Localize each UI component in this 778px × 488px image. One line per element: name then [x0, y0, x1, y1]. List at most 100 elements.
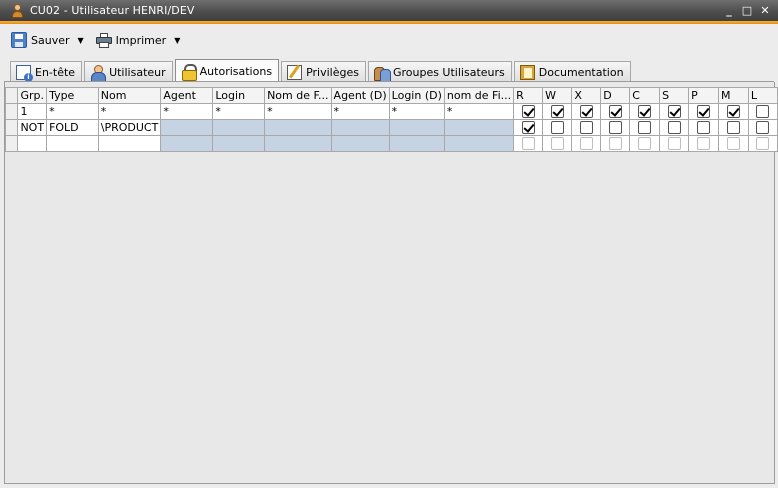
column-header-s[interactable]: S	[659, 87, 690, 104]
permission-checkbox[interactable]	[608, 137, 622, 150]
cell-type[interactable]: *	[46, 103, 99, 120]
tab-autorisations[interactable]: Autorisations	[174, 59, 280, 82]
column-header-r[interactable]: R	[513, 87, 544, 104]
permission-checkbox[interactable]	[726, 105, 740, 118]
permission-checkbox[interactable]	[667, 105, 681, 118]
cell-agentd[interactable]	[330, 135, 390, 152]
cell-logind[interactable]	[388, 119, 445, 136]
permission-checkbox[interactable]	[579, 121, 593, 134]
cell-agentd[interactable]	[330, 119, 390, 136]
cell-nomfi[interactable]: *	[443, 103, 515, 120]
permission-checkbox[interactable]	[697, 137, 711, 150]
chevron-down-icon[interactable]: ▼	[78, 36, 84, 45]
cell-grp[interactable]: NOT	[17, 119, 48, 136]
tab-en-tete[interactable]: En-tête	[10, 61, 83, 82]
column-header-login-d[interactable]: Login (D)	[388, 87, 445, 104]
cell-grp[interactable]	[17, 135, 48, 152]
column-header-x[interactable]: X	[571, 87, 602, 104]
column-header-agent-d[interactable]: Agent (D)	[330, 87, 390, 104]
table-row[interactable]	[4, 135, 778, 152]
column-header-nom-de-fi[interactable]: nom de Fi...	[443, 87, 515, 104]
permission-checkbox[interactable]	[756, 137, 770, 150]
cell-nom[interactable]: \PRODUCT	[97, 119, 162, 136]
cell-nomf[interactable]: *	[264, 103, 332, 120]
column-header-login[interactable]: Login	[212, 87, 266, 104]
column-header-m[interactable]: M	[717, 87, 749, 104]
row-selector[interactable]	[4, 119, 19, 136]
maximize-button[interactable]: □	[738, 3, 756, 19]
cell-grp[interactable]: 1	[17, 103, 48, 120]
cell-type[interactable]: FOLD	[46, 119, 99, 136]
column-header-w[interactable]: W	[542, 87, 573, 104]
column-header-type[interactable]: Type	[46, 87, 99, 104]
column-header-c[interactable]: C	[629, 87, 661, 104]
column-header-agent[interactable]: Agent	[160, 87, 214, 104]
column-header-p[interactable]: P	[688, 87, 719, 104]
cell-flag-s	[659, 103, 690, 120]
cell-nomf[interactable]	[264, 119, 332, 136]
tab-bar: En-tête Utilisateur Autorisations Privil…	[10, 59, 633, 82]
permission-checkbox[interactable]	[756, 121, 770, 134]
row-selector[interactable]	[4, 103, 19, 120]
close-button[interactable]: ✕	[756, 3, 774, 19]
column-header-d[interactable]: D	[600, 87, 631, 104]
cell-nom[interactable]: *	[97, 103, 162, 120]
cell-flag-p	[688, 103, 719, 120]
permission-checkbox[interactable]	[608, 105, 622, 118]
permission-checkbox[interactable]	[521, 121, 535, 134]
column-header-nom[interactable]: Nom	[97, 87, 162, 104]
tab-documentation[interactable]: Documentation	[513, 61, 631, 82]
printer-icon	[95, 32, 112, 48]
permission-checkbox[interactable]	[521, 137, 535, 150]
cell-login[interactable]: *	[212, 103, 266, 120]
permission-checkbox[interactable]	[638, 121, 652, 134]
column-header-grp[interactable]: Grp.	[17, 87, 48, 104]
column-header-nom-de-f[interactable]: Nom de F...	[264, 87, 332, 104]
cell-flag-c	[629, 103, 661, 120]
cell-nomf[interactable]	[264, 135, 332, 152]
tab-privileges[interactable]: Privilèges	[281, 61, 366, 82]
cell-nomfi[interactable]	[443, 135, 515, 152]
column-header-l[interactable]: L	[747, 87, 778, 104]
row-selector[interactable]	[4, 135, 19, 152]
tab-label: Privilèges	[306, 65, 359, 79]
permission-checkbox[interactable]	[638, 105, 652, 118]
chevron-down-icon[interactable]: ▼	[174, 36, 180, 45]
permission-checkbox[interactable]	[608, 121, 622, 134]
table-row[interactable]: NOT FOLD \PRODUCT	[4, 119, 778, 136]
permission-checkbox[interactable]	[521, 105, 535, 118]
table-row[interactable]: 1 * * * * * * * *	[4, 103, 778, 120]
save-button[interactable]: Sauver ▼	[8, 28, 87, 52]
minimize-button[interactable]: _	[720, 3, 738, 19]
permission-checkbox[interactable]	[667, 137, 681, 150]
permission-checkbox[interactable]	[550, 121, 564, 134]
tab-groupes-utilisateurs[interactable]: Groupes Utilisateurs	[367, 61, 512, 82]
cell-type[interactable]	[46, 135, 99, 152]
permission-checkbox[interactable]	[579, 137, 593, 150]
authorizations-table: Grp. Type Nom Agent Login Nom de F... Ag…	[4, 87, 778, 152]
cell-agent[interactable]	[160, 119, 214, 136]
permission-checkbox[interactable]	[667, 121, 681, 134]
permission-checkbox[interactable]	[726, 121, 740, 134]
cell-agentd[interactable]: *	[330, 103, 390, 120]
permission-checkbox[interactable]	[550, 105, 564, 118]
permission-checkbox[interactable]	[756, 105, 770, 118]
cell-nom[interactable]	[97, 135, 162, 152]
cell-flag-d	[600, 119, 631, 136]
permission-checkbox[interactable]	[697, 105, 711, 118]
print-button[interactable]: Imprimer ▼	[93, 28, 184, 52]
cell-flag-w	[542, 119, 573, 136]
cell-logind[interactable]: *	[388, 103, 445, 120]
cell-agent[interactable]	[160, 135, 214, 152]
cell-nomfi[interactable]	[443, 119, 515, 136]
permission-checkbox[interactable]	[638, 137, 652, 150]
cell-agent[interactable]: *	[160, 103, 214, 120]
cell-logind[interactable]	[388, 135, 445, 152]
cell-login[interactable]	[212, 135, 266, 152]
permission-checkbox[interactable]	[550, 137, 564, 150]
permission-checkbox[interactable]	[579, 105, 593, 118]
permission-checkbox[interactable]	[726, 137, 740, 150]
tab-utilisateur[interactable]: Utilisateur	[84, 61, 173, 82]
permission-checkbox[interactable]	[697, 121, 711, 134]
cell-login[interactable]	[212, 119, 266, 136]
